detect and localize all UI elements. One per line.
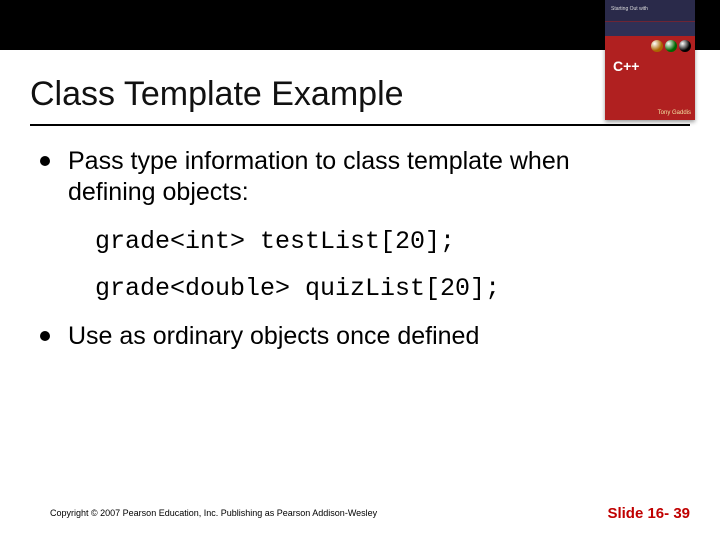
copyright-text: Copyright © 2007 Pearson Education, Inc.… <box>50 508 377 518</box>
cover-lang-text: C++ <box>613 58 639 74</box>
slide-body: Pass type information to class template … <box>0 126 720 352</box>
slide-title: Class Template Example <box>30 75 690 114</box>
bullet-item: Pass type information to class template … <box>40 146 660 209</box>
slide-number: Slide 16- 39 <box>607 505 690 522</box>
cover-author-text: Tony Gaddis <box>658 110 691 116</box>
cover-series-text: Starting Out with <box>611 6 648 12</box>
bullet-dot-icon <box>40 156 50 166</box>
bullet-text: Pass type information to class template … <box>68 146 660 209</box>
bullet-text: Use as ordinary objects once defined <box>68 321 479 352</box>
code-line: grade<double> quizList[20]; <box>95 274 660 303</box>
bullet-item: Use as ordinary objects once defined <box>40 321 660 352</box>
book-cover-image: Starting Out with C++ Tony Gaddis <box>605 0 695 120</box>
code-line: grade<int> testList[20]; <box>95 227 660 256</box>
bullet-dot-icon <box>40 331 50 341</box>
